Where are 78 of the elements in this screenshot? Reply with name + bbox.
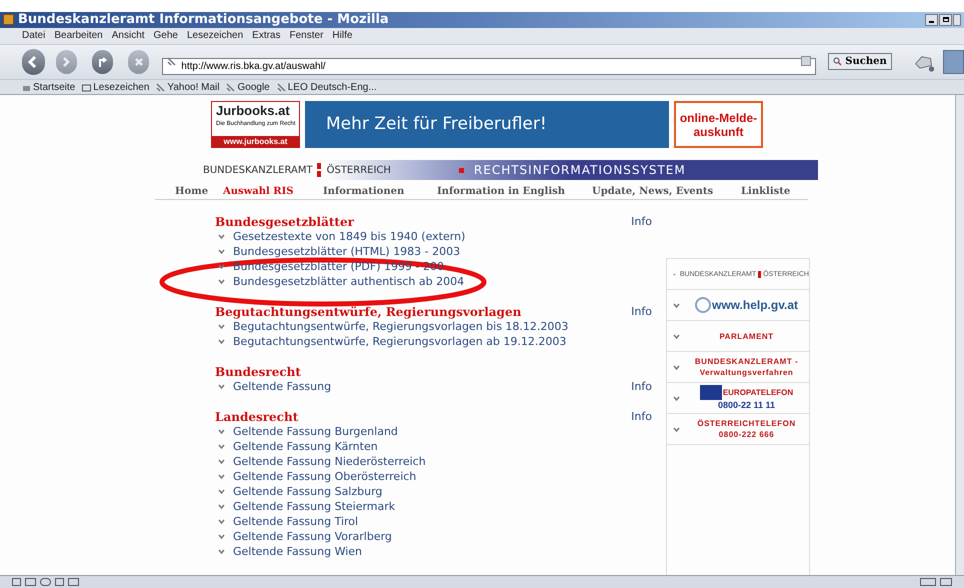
- scrollbar[interactable]: [955, 95, 964, 576]
- maximize-icon[interactable]: [939, 14, 952, 26]
- section-heading: Bundesrecht: [215, 364, 301, 381]
- up-arrow-icon: [96, 56, 109, 68]
- list-link[interactable]: Begutachtungsentwürfe, Regierungsvorlagen bis 18.12.2003: [233, 318, 568, 336]
- list-link[interactable]: Geltende Fassung Burgenland: [233, 424, 398, 440]
- section-heading: Bundesgesetzblätter: [215, 214, 354, 231]
- sidebar-link[interactable]: BUNDESKANZLERAMT - Verwaltungsverfahren: [667, 352, 809, 384]
- list-link[interactable]: Geltende Fassung Niederösterreich: [233, 454, 426, 470]
- nav-link[interactable]: Information in English: [437, 186, 566, 197]
- list-link[interactable]: Geltende Fassung Steiermark: [233, 498, 396, 516]
- app-icon: [3, 14, 14, 26]
- nav-link[interactable]: Update, News, Events: [592, 186, 714, 197]
- list-link[interactable]: Geltende Fassung Wien: [233, 544, 362, 560]
- bookmark-item[interactable]: Startseite: [22, 80, 76, 95]
- reload-button[interactable]: [92, 50, 114, 74]
- forward-arrow-icon: [60, 56, 72, 68]
- menu-item[interactable]: Extras: [252, 28, 280, 44]
- list-link[interactable]: Bundesgesetzblätter (HTML) 1983 - 2003: [233, 244, 460, 260]
- logo-url: www.jurbooks.at: [212, 136, 299, 148]
- bookmark-item[interactable]: Google: [226, 80, 270, 95]
- link-icon: [226, 82, 236, 92]
- menu-item[interactable]: Fenster: [290, 28, 324, 44]
- system-title: RECHTSINFORMATIONSSYSTEM: [474, 162, 686, 180]
- list-link[interactable]: Bundesgesetzblätter authentisch ab 2004: [233, 274, 464, 290]
- advertisement-banner[interactable]: Mehr Zeit für Freiberufler!: [305, 101, 669, 148]
- sidebar-link[interactable]: EUROPATELEFON 0800-22 11 11: [667, 383, 809, 414]
- bullet-icon: [458, 168, 464, 173]
- address-field[interactable]: http://www.ris.bka.gv.at/auswahl/: [162, 58, 816, 76]
- sidebar-link[interactable]: ÖSTERREICHTELEFON 0800-222 666: [667, 414, 809, 446]
- bookmark-item[interactable]: Lesezeichen: [82, 80, 150, 95]
- minimize-icon[interactable]: [925, 14, 938, 26]
- list-link[interactable]: Gesetzestexte von 1849 bis 1940 (extern): [233, 228, 466, 246]
- window-title: Bundeskanzleramt Informationsangebote - Mozilla: [18, 13, 389, 26]
- list-link[interactable]: Geltende Fassung Salzburg: [233, 484, 382, 500]
- list-link[interactable]: Geltende Fassung Tirol: [233, 514, 358, 530]
- bookmark-item[interactable]: Yahoo! Mail: [156, 80, 220, 95]
- menu-item[interactable]: Ansicht: [112, 28, 145, 44]
- nav-link[interactable]: Linkliste: [741, 186, 790, 197]
- link-icon: [276, 82, 286, 92]
- header-text: ÖSTERREICH: [326, 162, 391, 178]
- menu-item[interactable]: Lesezeichen: [187, 28, 244, 44]
- list-link[interactable]: Geltende Fassung Oberösterreich: [233, 468, 416, 486]
- sidebar-link[interactable]: www.help.gv.at: [667, 290, 809, 322]
- search-button[interactable]: Suchen: [828, 53, 892, 70]
- back-button[interactable]: [22, 48, 45, 75]
- nav-link[interactable]: Auswahl RIS: [223, 186, 294, 197]
- dropdown-icon[interactable]: [801, 56, 812, 66]
- list-link[interactable]: Geltende Fassung Vorarlberg: [233, 528, 392, 546]
- section-heading: Landesrecht: [215, 408, 298, 426]
- logo-text: Jurbooks.at: [215, 102, 291, 120]
- sidebar-link[interactable]: PARLAMENT: [667, 321, 809, 352]
- list-link[interactable]: Geltende Fassung Kärnten: [233, 438, 378, 456]
- info-link[interactable]: Info: [631, 408, 652, 426]
- nav-link[interactable]: Home: [175, 186, 208, 197]
- list-link[interactable]: Geltende Fassung: [233, 378, 332, 396]
- logo-mark-icon: [758, 270, 762, 278]
- info-link[interactable]: Info: [631, 214, 652, 230]
- bookmark-item[interactable]: LEO Deutsch-Eng...: [276, 80, 377, 95]
- link-icon: [156, 82, 166, 92]
- search-icon: [833, 57, 842, 66]
- list-link[interactable]: Begutachtungsentwürfe, Regierungsvorlagen ab 19.12.2003: [233, 334, 566, 350]
- section-heading: Begutachtungsentwürfe, Regierungsvorlagen: [215, 304, 522, 321]
- header-text: BUNDESKANZLERAMT: [203, 164, 314, 178]
- nav-link[interactable]: Informationen: [323, 186, 404, 197]
- menu-item[interactable]: Hilfe: [332, 28, 352, 44]
- menu-item[interactable]: Gehe: [154, 28, 178, 44]
- logo-mark-icon: [316, 163, 321, 178]
- info-link[interactable]: Info: [631, 304, 652, 320]
- folder-icon: [82, 82, 92, 92]
- menu-item[interactable]: Datei: [22, 28, 46, 44]
- flag-icon: [700, 385, 722, 400]
- at-sign-icon: [694, 297, 711, 314]
- info-link[interactable]: Info: [631, 378, 652, 396]
- registration-info-banner[interactable]: online-Melde- auskunft: [674, 101, 763, 148]
- link-icon: [167, 57, 176, 66]
- cross-icon: [134, 56, 144, 67]
- menu-item[interactable]: Bearbeiten: [54, 28, 103, 44]
